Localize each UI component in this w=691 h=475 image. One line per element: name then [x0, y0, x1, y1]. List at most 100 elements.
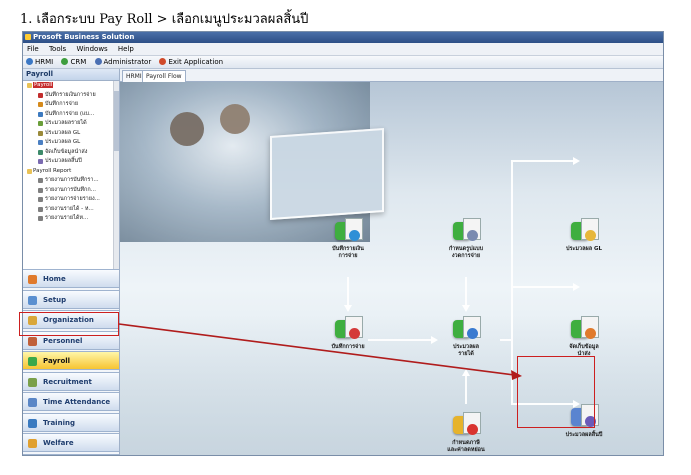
data-submit-icon [569, 314, 599, 342]
tree-item[interactable]: ประมวลผลรายได้ [23, 119, 119, 129]
flow-node-tax-deduction[interactable]: กำหนดภาษี และค่าลดหย่อน [426, 410, 506, 454]
node-label: การจ่าย [338, 253, 358, 259]
menu-item-icon [38, 140, 43, 145]
tree-item[interactable]: ประมวลผล GL [23, 138, 119, 148]
menu-windows[interactable]: Windows [76, 45, 107, 53]
node-label: ประมวลผล GL [565, 246, 602, 252]
toolbar-crm-label: CRM [70, 58, 87, 66]
home-icon [26, 58, 33, 65]
arrowhead [462, 369, 470, 376]
payroll-highlight-box [19, 312, 119, 336]
flow-node-pay-entry[interactable]: บันทึกการจ่าย [308, 314, 388, 351]
tree-item-label: รายงานการจ่ายรายง... [45, 196, 100, 202]
tree-item[interactable]: รายงานการจ่ายรายง... [23, 195, 119, 205]
nav-item-setup[interactable]: Setup [23, 289, 119, 309]
tree-item[interactable]: รายงานการบันทึกก... [23, 186, 119, 196]
menu-file[interactable]: File [27, 45, 39, 53]
arrowhead [573, 157, 580, 165]
menu-item-icon [38, 197, 43, 202]
nav-item-label: Payroll [43, 357, 71, 365]
toolbar-administrator-label: Administrator [103, 58, 152, 66]
flow-node-pay-period-setup[interactable]: กำหนดรูปแบบ งวดการจ่าย [426, 216, 506, 260]
flow-node-income-process[interactable]: ประมวลผล รายได้ [426, 314, 506, 358]
menu-item-icon [38, 102, 43, 107]
tree-item[interactable]: บันทึกการจ่าย [23, 100, 119, 110]
training-icon [28, 418, 37, 428]
app-logo-icon [25, 34, 31, 40]
personnel-icon [28, 336, 37, 346]
menu-help[interactable]: Help [118, 45, 134, 53]
money-pay-icon [333, 314, 363, 342]
tree-item-label: ประมวลผลรายได้ [45, 120, 87, 126]
tree-item[interactable]: บันทึกการจ่าย (แบ... [23, 110, 119, 120]
menu-item-icon [38, 111, 43, 117]
exit-icon [159, 58, 167, 65]
tree-item[interactable]: ประมวลผลสิ้นปี [23, 157, 119, 167]
nav-item-home[interactable]: Home [23, 269, 119, 288]
menu-item-icon [38, 206, 43, 212]
flow-node-data-submit[interactable]: จัดเก็บข้อมูล นำส่ง [544, 314, 624, 358]
tax-icon [451, 410, 481, 438]
tree-scrollbar-thumb[interactable] [114, 91, 119, 151]
tree-item[interactable]: บันทึกรายเงินการจ่าย [23, 91, 119, 101]
tab-payroll-flow[interactable]: Payroll Flow [142, 70, 186, 82]
toolbar-hrmi-button[interactable]: HRMI [26, 56, 53, 68]
home-icon [28, 275, 37, 284]
menu-tools[interactable]: Tools [49, 45, 66, 53]
arrowhead [462, 305, 470, 312]
tree-item-label: ประมวลผลสิ้นปี [45, 158, 82, 164]
menu-item-icon [38, 216, 43, 221]
toolbar: HRMI CRM Administrator Exit Application [23, 56, 663, 69]
tree-item-label: รายงานรายได้ - ห... [45, 205, 94, 212]
menu-item-icon [38, 121, 43, 126]
tree-item-label: จัดเก็บข้อมูลนำส่ง [45, 148, 88, 155]
flow-node-pay-item-entry[interactable]: บันทึกรายเงิน การจ่าย [308, 216, 388, 260]
flow-node-gl-process[interactable]: ประมวลผล GL [544, 216, 624, 253]
menu-item-icon [38, 178, 43, 183]
setup-icon [28, 295, 37, 305]
clock-icon [28, 398, 37, 407]
nav-item-recruitment[interactable]: Recruitment [23, 371, 119, 391]
node-label: บันทึกการจ่าย [331, 344, 365, 350]
tree-scrollbar[interactable] [113, 81, 119, 269]
tree-item-label: รายงานรายได้ห... [45, 215, 89, 221]
tree-folder[interactable]: Payroll Report [23, 167, 119, 177]
nav-item-label: Personnel [43, 336, 83, 345]
welfare-icon [28, 439, 37, 448]
tree-folder[interactable]: Payroll [23, 81, 119, 91]
window-title: Prosoft Business Solution [33, 33, 135, 41]
nav-item-payroll[interactable]: Payroll [23, 351, 119, 370]
money-calendar-icon [451, 216, 481, 244]
toolbar-crm-button[interactable]: CRM [61, 56, 86, 68]
nav-item-welfare[interactable]: Welfare [23, 433, 119, 452]
node-label: จัดเก็บข้อมูล [569, 344, 599, 350]
node-label: ประมวลผลสิ้นปี [565, 432, 603, 438]
left-panel: Payroll Payroll บันทึกรายเงินการจ่าย บันทึ… [23, 69, 120, 455]
node-label: รายได้ [458, 351, 474, 357]
tree-item[interactable]: รายงานรายได้ห... [23, 214, 119, 224]
nav-item-label: Time Attendance [43, 398, 111, 406]
nav-item-label: Recruitment [43, 377, 92, 386]
toolbar-hrmi-label: HRMI [35, 58, 54, 66]
nav-item-time-attendance[interactable]: Time Attendance [23, 392, 119, 411]
document-caption: 1. เลือกระบบ Pay Roll > เลือกเมนูประมวลผ… [20, 12, 309, 27]
menu-item-icon [38, 92, 43, 98]
tab-bar: HRMI Payroll Flow [120, 69, 663, 82]
window-titlebar: Prosoft Business Solution [23, 32, 663, 43]
nav-item-label: Home [43, 275, 66, 283]
menu-item-icon [38, 130, 43, 136]
user-icon [94, 58, 102, 65]
menu-bar: File Tools Windows Help [23, 43, 663, 56]
nav-item-training[interactable]: Training [23, 412, 119, 432]
toolbar-exit-button[interactable]: Exit Application [159, 56, 223, 68]
toolbar-administrator-button[interactable]: Administrator [94, 56, 152, 68]
income-process-icon [451, 314, 481, 342]
tree-item[interactable]: จัดเก็บข้อมูลนำส่ง [23, 148, 119, 158]
tree-item[interactable]: รายงานการบันทึกรา... [23, 176, 119, 186]
nav-item-loan-management[interactable]: Loan Management [23, 453, 119, 455]
tree-item[interactable]: ประมวลผล GL [23, 129, 119, 139]
node-label: ประมวลผล [452, 344, 480, 350]
tree-item-label: รายงานการบันทึกก... [45, 186, 96, 193]
tree-item-label: รายงานการบันทึกรา... [45, 177, 99, 183]
tree-item[interactable]: รายงานรายได้ - ห... [23, 205, 119, 215]
